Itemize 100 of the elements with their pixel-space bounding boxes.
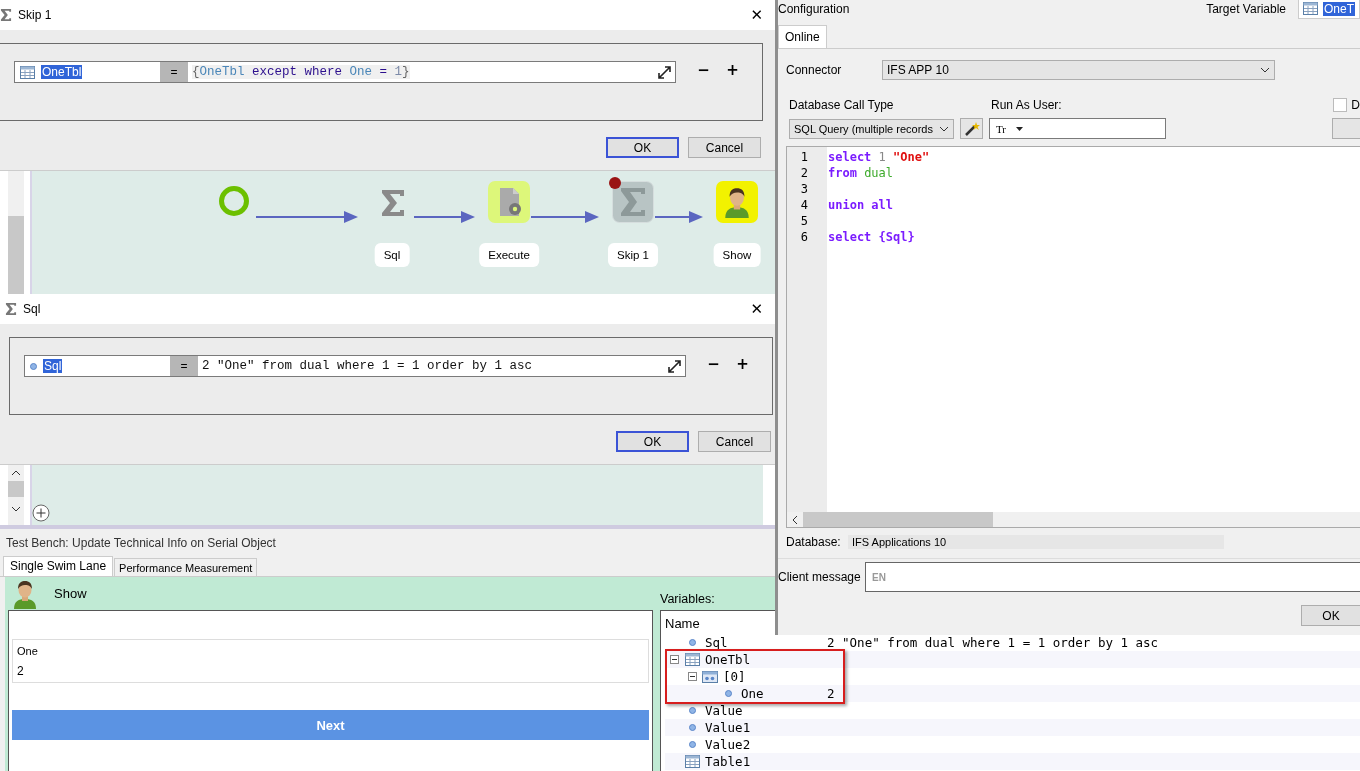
target-variable[interactable]: Sql xyxy=(43,359,63,373)
code-line: select 1 "One" xyxy=(828,150,930,164)
node-label: Show xyxy=(713,243,761,267)
connector-select[interactable]: IFS APP 10 xyxy=(882,60,1275,80)
line-number: 6 xyxy=(799,230,809,246)
variable-name: [0] xyxy=(723,669,747,684)
caret-icon[interactable] xyxy=(1016,126,1023,131)
sigma-node[interactable] xyxy=(380,188,406,218)
expander-icon[interactable] xyxy=(688,672,697,681)
tree-row[interactable]: Table1 xyxy=(665,753,1360,770)
code-editor[interactable]: 1 2 3 4 5 6 select 1 "One" from dual union all select {Sql} xyxy=(786,146,1360,528)
sigma-icon xyxy=(5,302,17,316)
person-node[interactable] xyxy=(716,181,758,223)
execute-node[interactable] xyxy=(488,181,530,223)
flow-arrow xyxy=(531,211,599,223)
node-label: Sql xyxy=(374,243,410,267)
dialog-title: Skip 1 xyxy=(18,8,52,22)
variable-name: Value xyxy=(705,703,744,718)
sigma-icon xyxy=(0,8,12,22)
scrollbar-thumb[interactable] xyxy=(803,512,993,527)
tree-row[interactable]: One 2 xyxy=(665,685,1360,702)
connector-label: Connector xyxy=(786,63,843,77)
skipped-node[interactable] xyxy=(612,181,654,223)
variable-value: 2 "One" from dual where 1 = 1 order by 1 asc xyxy=(827,635,1159,650)
run-as-field[interactable]: Tr xyxy=(989,118,1166,139)
tree-row[interactable]: OneTbl xyxy=(665,651,1360,668)
chevron-down-icon xyxy=(1260,67,1270,73)
tab[interactable]: Performance Measurement xyxy=(114,558,258,576)
expand-icon[interactable] xyxy=(658,65,671,79)
ok-button[interactable]: OK xyxy=(616,431,689,452)
flow-arrow xyxy=(414,211,475,223)
bullet-icon xyxy=(688,741,696,748)
add-button[interactable]: + xyxy=(718,60,747,80)
bullet-icon xyxy=(688,724,696,731)
line-number: 5 xyxy=(799,214,809,230)
tree-row[interactable]: Value1 xyxy=(665,719,1360,736)
cancel-button[interactable]: Cancel xyxy=(698,431,771,452)
scrollbar-thumb[interactable] xyxy=(8,481,24,497)
test-bench-title: Test Bench: Update Technical Info on Serial Object xyxy=(6,536,276,552)
table-icon xyxy=(20,65,35,79)
line-number: 3 xyxy=(799,182,809,198)
flow-arrow xyxy=(655,211,703,223)
chevron-down-icon xyxy=(939,125,949,132)
assignment-field[interactable]: OneTbl = {OneTbl except where One = 1} xyxy=(14,61,676,83)
checkbox[interactable] xyxy=(1333,98,1348,112)
line-number: 4 xyxy=(799,198,809,214)
target-label: Target Variable xyxy=(1206,1,1286,16)
start-node[interactable] xyxy=(218,185,250,217)
node-label: Skip 1 xyxy=(608,243,658,267)
tab[interactable]: Online xyxy=(778,25,827,48)
variable-name: Sql xyxy=(705,635,729,650)
record-icon xyxy=(702,670,718,683)
code-line: union all xyxy=(828,198,894,212)
ok-button[interactable]: OK xyxy=(606,137,679,158)
bullet-icon xyxy=(724,690,732,697)
variables-label: Variables: xyxy=(660,592,716,608)
form-field[interactable]: One 2 xyxy=(12,639,649,683)
expression-text: 2 "One" from dual where 1 = 1 order by 1 asc xyxy=(202,359,533,373)
wand-button[interactable] xyxy=(960,118,983,139)
call-type-select[interactable]: SQL Query (multiple records xyxy=(789,118,954,139)
expression-text: {OneTbl except where One = 1} xyxy=(192,65,410,79)
close-button[interactable]: ✕ xyxy=(744,6,769,24)
checkbox-label: D xyxy=(1351,98,1360,112)
scrollbar-thumb[interactable] xyxy=(8,216,24,294)
dialog-title: Sql xyxy=(23,302,41,316)
equals-sign: = xyxy=(160,62,188,82)
type-icon: Tr xyxy=(996,122,1006,135)
node-label: Execute xyxy=(479,243,539,267)
database-value: IFS Applications 10 xyxy=(848,535,1224,549)
line-number: 1 xyxy=(799,150,809,166)
equals-sign: = xyxy=(170,356,198,376)
expander-icon[interactable] xyxy=(670,655,679,664)
language-indicator: EN xyxy=(872,571,886,583)
panel-title: Configuration xyxy=(778,1,850,16)
add-button[interactable]: + xyxy=(728,354,757,374)
variable-name: OneTbl xyxy=(705,652,752,667)
run-as-label: Run As User: xyxy=(991,98,1063,112)
line-number: 2 xyxy=(799,166,809,182)
table-icon xyxy=(1303,2,1318,15)
add-lane-icon[interactable] xyxy=(32,504,50,522)
assignment-field[interactable]: Sql = 2 "One" from dual where 1 = 1 order by 1 asc xyxy=(24,355,686,377)
cancel-button[interactable]: Cancel xyxy=(688,137,761,158)
remove-button[interactable]: − xyxy=(699,354,728,374)
call-type-label: Database Call Type xyxy=(789,98,895,112)
remove-button[interactable]: − xyxy=(689,60,718,80)
ok-button[interactable]: OK xyxy=(1301,605,1360,626)
variable-value: 2 xyxy=(827,686,835,701)
lane-title: Show xyxy=(54,586,87,601)
variable-name: Value1 xyxy=(705,720,752,735)
target-variable[interactable]: OneTbl xyxy=(41,65,83,79)
bullet-icon xyxy=(30,362,37,370)
code-line: from dual xyxy=(828,166,894,180)
expand-icon[interactable] xyxy=(668,359,681,373)
target-field[interactable]: OneT xyxy=(1298,0,1360,19)
variable-name: Value2 xyxy=(705,737,752,752)
tab[interactable]: Single Swim Lane xyxy=(3,556,114,576)
close-button[interactable]: ✕ xyxy=(744,300,769,318)
code-line: select {Sql} xyxy=(828,230,915,244)
column-header: Name xyxy=(665,616,700,631)
table-icon xyxy=(684,755,700,768)
